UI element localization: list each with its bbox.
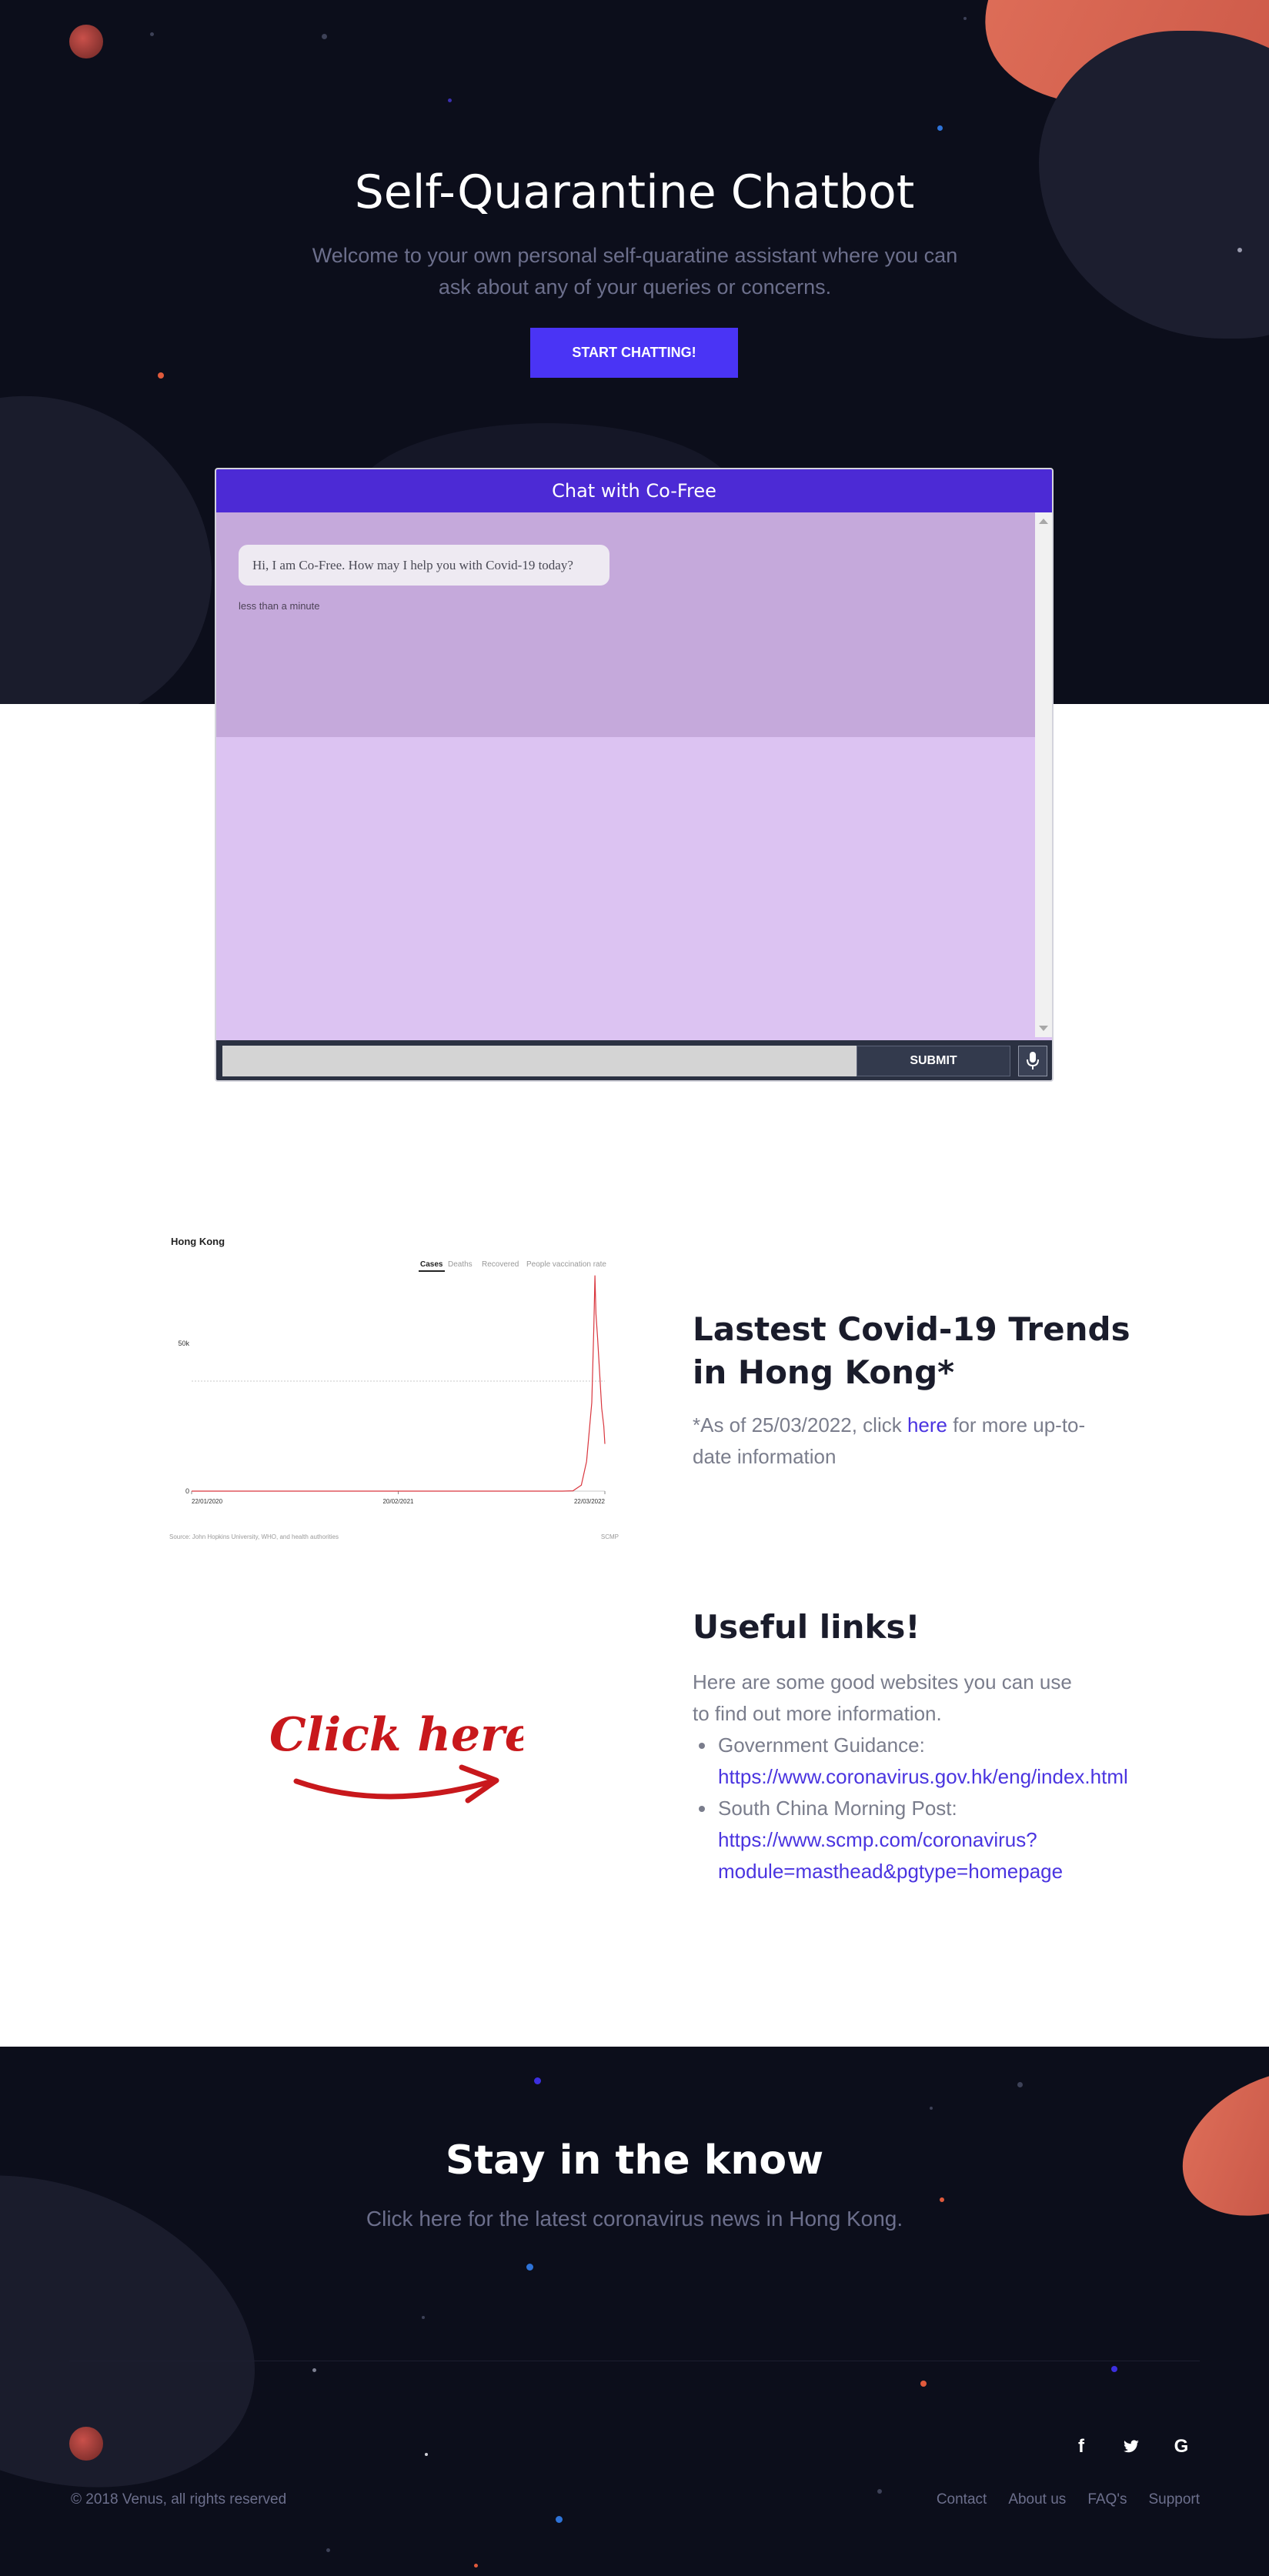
chart-source: Source: John Hopkins University, WHO, an… <box>169 1533 339 1540</box>
footer-nav: Contact About us FAQ's Support <box>937 2491 1200 2508</box>
star-icon <box>940 2197 944 2202</box>
footer-link-about[interactable]: About us <box>1008 2491 1066 2508</box>
useful-links-description: Here are some good websites you can use … <box>693 1670 1072 1725</box>
star-icon <box>448 98 452 102</box>
chat-scrollbar[interactable] <box>1035 512 1052 1037</box>
chart-heading: Hong Kong <box>171 1236 225 1247</box>
star-icon <box>534 2077 541 2084</box>
star-icon <box>877 2489 882 2494</box>
useful-links-title: Useful links! <box>693 1608 920 1646</box>
trends-here-link[interactable]: here <box>907 1413 947 1436</box>
x-tick-label: 20/02/2021 <box>382 1498 414 1505</box>
scroll-down-icon[interactable] <box>1039 1026 1048 1031</box>
chart-tab[interactable]: People vaccination rate <box>526 1260 606 1269</box>
star-icon <box>474 2564 478 2568</box>
click-here-image[interactable]: Click here <box>262 1697 534 1820</box>
star-icon <box>526 2264 533 2271</box>
hero-subtitle: Welcome to your own personal self-quarat… <box>312 244 958 299</box>
submit-button[interactable]: SUBMIT <box>857 1046 1010 1076</box>
y-tick-label: 0 <box>185 1487 189 1495</box>
star-icon <box>556 2516 563 2523</box>
chat-input-bar: SUBMIT <box>216 1040 1052 1080</box>
star-icon <box>1111 2366 1117 2372</box>
star-icon <box>158 372 164 379</box>
star-icon <box>422 2316 425 2319</box>
chart-tab[interactable]: Cases <box>420 1260 443 1269</box>
star-icon <box>326 2548 330 2552</box>
chat-widget: Chat with Co-Free Hi, I am Co-Free. How … <box>215 468 1054 1082</box>
microphone-button[interactable] <box>1018 1046 1047 1076</box>
planet-icon <box>69 2427 103 2461</box>
y-axis-ticks: 0 50k <box>178 1340 189 1495</box>
useful-links-list: Government Guidance: https://www.coronav… <box>693 1730 1247 1887</box>
x-axis-ticks: 22/01/2020 20/02/2021 22/03/2022 <box>191 1491 606 1505</box>
star-icon <box>312 2368 316 2372</box>
bot-message-bubble: Hi, I am Co-Free. How may I help you wit… <box>239 545 609 586</box>
star-icon <box>1017 2082 1023 2087</box>
footer-section: Stay in the know Click here for the late… <box>0 2047 1269 2576</box>
list-item: Government Guidance: https://www.coronav… <box>693 1730 1247 1793</box>
click-here-text: Click here <box>269 1708 523 1762</box>
y-tick-label: 50k <box>178 1340 189 1347</box>
chart-tabs: Cases Deaths Recovered People vaccination r… <box>419 1260 606 1272</box>
gov-guidance-link[interactable]: https://www.coronavirus.gov.hk/eng/index… <box>718 1761 1247 1793</box>
link-label: South China Morning Post: <box>718 1797 957 1820</box>
x-tick-label: 22/01/2020 <box>192 1498 223 1505</box>
twitter-icon[interactable] <box>1120 2435 1143 2458</box>
scroll-up-icon[interactable] <box>1039 519 1048 524</box>
chart-brand: SCMP <box>601 1533 619 1540</box>
message-timestamp: less than a minute <box>239 600 320 612</box>
page-title: Self-Quarantine Chatbot <box>354 165 915 219</box>
star-icon <box>425 2453 428 2456</box>
footer-link-faq[interactable]: FAQ's <box>1087 2491 1127 2508</box>
star-icon <box>920 2381 927 2387</box>
trends-title: Lastest Covid-19 Trends in Hong Kong* <box>693 1310 1130 1391</box>
planet-icon <box>69 25 103 58</box>
x-tick-label: 22/03/2022 <box>574 1498 606 1505</box>
list-item: South China Morning Post: https://www.sc… <box>693 1793 1247 1887</box>
microphone-icon <box>1027 1052 1039 1069</box>
chart-tab[interactable]: Deaths <box>448 1260 473 1269</box>
star-icon <box>1237 248 1242 252</box>
chart-svg: Hong Kong Cases Deaths Recovered People vac… <box>169 1236 619 1540</box>
link-label: Government Guidance: <box>718 1733 925 1757</box>
star-icon <box>963 17 967 20</box>
trends-note-prefix: *As of 25/03/2022, click <box>693 1413 907 1436</box>
click-here-arrow-icon: Click here <box>269 1708 534 1804</box>
footer-title: Stay in the know <box>445 2137 824 2184</box>
copyright-text: © 2018 Venus, all rights reserved <box>71 2491 287 2508</box>
footer-link-support[interactable]: Support <box>1148 2491 1200 2508</box>
start-chatting-button[interactable]: START CHATTING! <box>530 328 738 378</box>
scmp-link[interactable]: https://www.scmp.com/coronavirus?module=… <box>718 1824 1247 1887</box>
footer-news-link[interactable]: Click here for the latest coronavirus ne… <box>0 2207 1269 2231</box>
facebook-icon[interactable]: f <box>1070 2435 1093 2458</box>
chat-header: Chat with Co-Free <box>216 469 1052 512</box>
star-icon <box>930 2107 933 2110</box>
star-icon <box>937 125 943 131</box>
star-icon <box>150 32 154 36</box>
covid-trend-chart: Hong Kong Cases Deaths Recovered People vac… <box>165 1231 626 1547</box>
star-icon <box>322 34 327 39</box>
cases-series-line <box>192 1275 606 1492</box>
trends-note: *As of 25/03/2022, click here for more u… <box>693 1410 1093 1473</box>
chart-tab[interactable]: Recovered <box>482 1260 519 1269</box>
chat-message-input[interactable] <box>222 1046 857 1076</box>
footer-link-contact[interactable]: Contact <box>937 2491 987 2508</box>
google-icon[interactable]: G <box>1170 2435 1193 2458</box>
